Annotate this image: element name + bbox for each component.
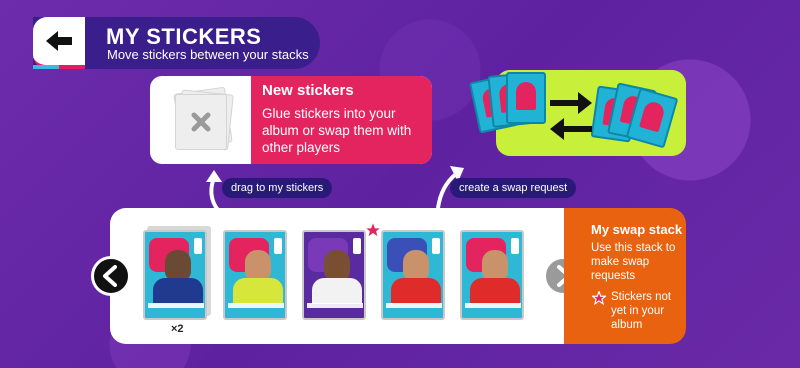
mini-sticker bbox=[506, 72, 546, 124]
new-stickers-description: Glue stickers into your album or swap th… bbox=[262, 106, 412, 155]
back-button-accent bbox=[33, 65, 59, 69]
close-icon bbox=[191, 112, 211, 132]
chevron-left-icon bbox=[103, 265, 117, 287]
drag-hint-pill: drag to my stickers bbox=[222, 178, 333, 198]
star-icon bbox=[592, 291, 606, 305]
sticker-count: ×2 bbox=[171, 323, 184, 335]
swap-hint-pill: create a swap request bbox=[450, 178, 577, 198]
swap-arrows-icon bbox=[550, 92, 592, 140]
star-icon bbox=[364, 221, 382, 239]
page-subtitle: Move stickers between your stacks bbox=[107, 47, 309, 62]
sticker-card[interactable] bbox=[223, 230, 287, 320]
previous-button[interactable] bbox=[91, 256, 131, 296]
blank-sticker bbox=[175, 94, 227, 150]
sticker-card[interactable] bbox=[381, 230, 445, 320]
new-stickers-stack[interactable] bbox=[167, 86, 235, 152]
swap-stack-note: Stickers not yet in your album bbox=[611, 291, 672, 331]
swap-stack-description: Use this stack to make swap requests bbox=[591, 242, 676, 282]
swap-illustration bbox=[466, 56, 696, 162]
arrow-left-icon bbox=[46, 31, 72, 51]
sticker-card[interactable] bbox=[460, 230, 524, 320]
sticker-card[interactable] bbox=[302, 230, 366, 320]
new-stickers-title: New stickers bbox=[262, 82, 354, 99]
swap-stack-title: My swap stack bbox=[591, 222, 683, 237]
sticker-card[interactable] bbox=[143, 230, 207, 320]
back-button[interactable] bbox=[33, 17, 85, 69]
